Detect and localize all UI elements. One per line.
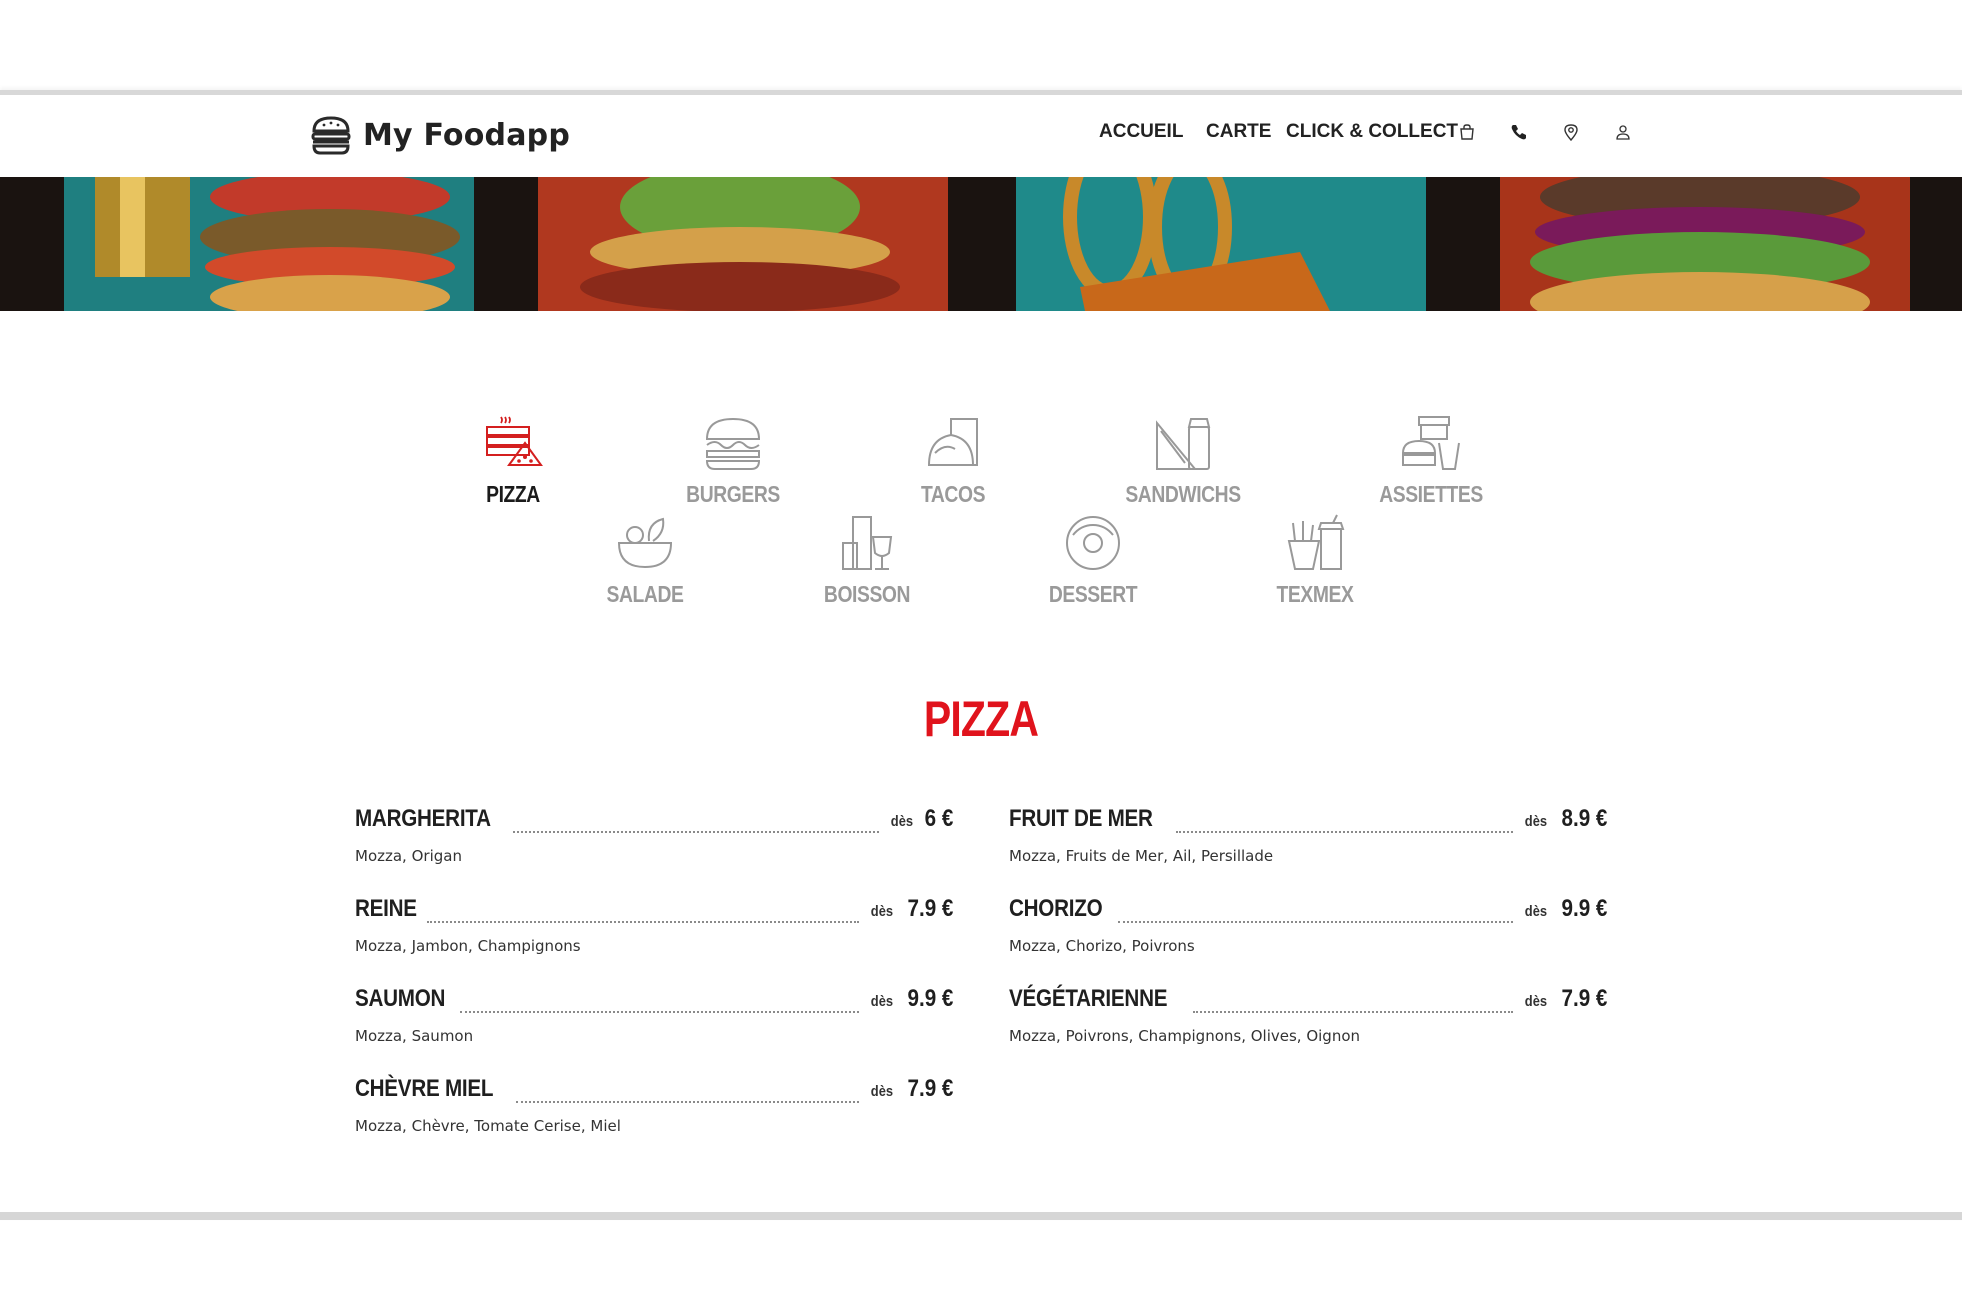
category-burgers[interactable]: BURGERS <box>643 413 823 508</box>
category-label: ASSIETTES <box>1379 481 1483 507</box>
menu-item[interactable]: FRUIT DE MER dès 8.9 € Mozza, Fruits de Me… <box>1009 805 1607 895</box>
leader-dots <box>515 1093 859 1103</box>
menu-item[interactable]: MARGHERITA dès 6 € Mozza, Origan <box>355 805 953 895</box>
item-price: 7.9 € <box>907 1075 953 1102</box>
category-label: BURGERS <box>686 481 780 507</box>
leader-dots <box>426 913 859 923</box>
bag-icon[interactable] <box>1456 121 1478 143</box>
category-sandwichs[interactable]: SANDWICHS <box>1093 413 1273 508</box>
item-name: FRUIT DE MER <box>1009 805 1153 832</box>
burger-logo-icon <box>311 116 351 155</box>
nav-accueil[interactable]: ACCUEIL <box>1099 121 1183 142</box>
menu-column-left: MARGHERITA dès 6 € Mozza, Origan REINE dès 7… <box>355 805 953 1165</box>
category-label: SALADE <box>606 581 684 607</box>
donut-icon <box>1066 516 1120 570</box>
item-description: Mozza, Chèvre, Tomate Cerise, Miel <box>355 1117 621 1135</box>
category-tacos[interactable]: TACOS <box>863 413 1043 508</box>
banner-illustration <box>64 177 1910 311</box>
price-prefix: dès <box>1524 813 1547 830</box>
category-label: BOISSON <box>823 581 911 607</box>
menu-item[interactable]: VÉGÉTARIENNE dès 7.9 € Mozza, Poivrons, Ch… <box>1009 985 1607 1075</box>
item-description: Mozza, Jambon, Champignons <box>355 937 581 955</box>
item-description: Mozza, Fruits de Mer, Ail, Persillade <box>1009 847 1274 865</box>
phone-icon[interactable] <box>1508 121 1530 143</box>
category-label: SANDWICHS <box>1125 481 1241 507</box>
taco-icon <box>927 418 978 466</box>
item-name: SAUMON <box>355 985 446 1012</box>
category-boisson[interactable]: BOISSON <box>777 513 957 608</box>
site-header: My Foodapp ACCUEIL CARTE CLICK & COLLECT <box>0 95 1962 177</box>
item-price: 9.9 € <box>1561 895 1607 922</box>
price-prefix: dès <box>870 903 893 920</box>
item-description: Mozza, Origan <box>355 847 462 865</box>
leader-dots <box>459 1003 859 1013</box>
pizza-icon <box>486 416 543 466</box>
leader-dots <box>1176 823 1513 833</box>
nav-click-collect-wrap: CLICK & COLLECT <box>1286 121 1458 143</box>
category-selector: PIZZA BURGERS TACOS SANDWICHS ASSIETTES … <box>0 413 1962 623</box>
category-label: DESSERT <box>1048 581 1138 607</box>
item-price: 7.9 € <box>907 895 953 922</box>
location-pin-icon[interactable] <box>1560 121 1582 143</box>
menu-item[interactable]: CHÈVRE MIEL dès 7.9 € Mozza, Chèvre, Tomat… <box>355 1075 953 1165</box>
menu-column-right: FRUIT DE MER dès 8.9 € Mozza, Fruits de Me… <box>1009 805 1607 1075</box>
item-description: Mozza, Saumon <box>355 1027 474 1045</box>
menu-item[interactable]: CHORIZO dès 9.9 € Mozza, Chorizo, Poivrons <box>1009 895 1607 985</box>
salad-icon <box>617 517 673 569</box>
item-name: VÉGÉTARIENNE <box>1009 985 1168 1012</box>
nav-click-collect[interactable]: CLICK & COLLECT <box>1286 121 1458 142</box>
item-name: CHÈVRE MIEL <box>355 1075 494 1102</box>
category-texmex[interactable]: TEXMEX <box>1225 513 1405 608</box>
category-pizza[interactable]: PIZZA <box>423 413 603 508</box>
leader-dots <box>512 823 879 833</box>
burger-icon <box>705 417 761 470</box>
leader-dots <box>1117 913 1513 923</box>
category-label: TEXMEX <box>1276 581 1354 607</box>
item-price: 9.9 € <box>907 985 953 1012</box>
price-prefix: dès <box>870 1083 893 1100</box>
item-description: Mozza, Chorizo, Poivrons <box>1009 937 1195 955</box>
price-prefix: dès <box>1524 903 1547 920</box>
nav-accueil-wrap: ACCUEIL <box>1099 121 1192 143</box>
section-title: PIZZA <box>923 691 1039 747</box>
item-price: 8.9 € <box>1561 805 1607 832</box>
hero-banner <box>0 177 1962 311</box>
category-assiettes[interactable]: ASSIETTES <box>1341 413 1521 508</box>
item-description: Mozza, Poivrons, Champignons, Olives, Oi… <box>1009 1027 1361 1045</box>
fries-drink-icon <box>1287 514 1345 570</box>
item-name: CHORIZO <box>1009 895 1103 922</box>
item-price: 7.9 € <box>1561 985 1607 1012</box>
price-prefix: dès <box>870 993 893 1010</box>
price-prefix: dès <box>1524 993 1547 1010</box>
logo-text: My Foodapp <box>363 117 571 153</box>
item-name: MARGHERITA <box>355 805 491 832</box>
category-dessert[interactable]: DESSERT <box>1003 513 1183 608</box>
item-price: 6 € <box>924 805 953 832</box>
nav-carte-wrap: CARTE <box>1206 121 1272 143</box>
sandwich-icon <box>1156 418 1211 470</box>
item-name: REINE <box>355 895 417 922</box>
user-icon[interactable] <box>1612 121 1634 143</box>
main-nav: ACCUEIL CARTE CLICK & COLLECT <box>1099 121 1634 143</box>
menu-item[interactable]: REINE dès 7.9 € Mozza, Jambon, Champignons <box>355 895 953 985</box>
combo-plate-icon <box>1401 416 1460 470</box>
nav-carte[interactable]: CARTE <box>1206 121 1271 142</box>
category-label: PIZZA <box>486 481 540 507</box>
category-salade[interactable]: SALADE <box>555 513 735 608</box>
logo[interactable]: My Foodapp <box>309 113 570 157</box>
leader-dots <box>1192 1003 1513 1013</box>
page-frame: My Foodapp ACCUEIL CARTE CLICK & COLLECT <box>0 90 1962 1220</box>
drinks-icon <box>842 516 893 570</box>
menu-item[interactable]: SAUMON dès 9.9 € Mozza, Saumon <box>355 985 953 1075</box>
category-label: TACOS <box>920 481 986 507</box>
price-prefix: dès <box>890 813 913 830</box>
